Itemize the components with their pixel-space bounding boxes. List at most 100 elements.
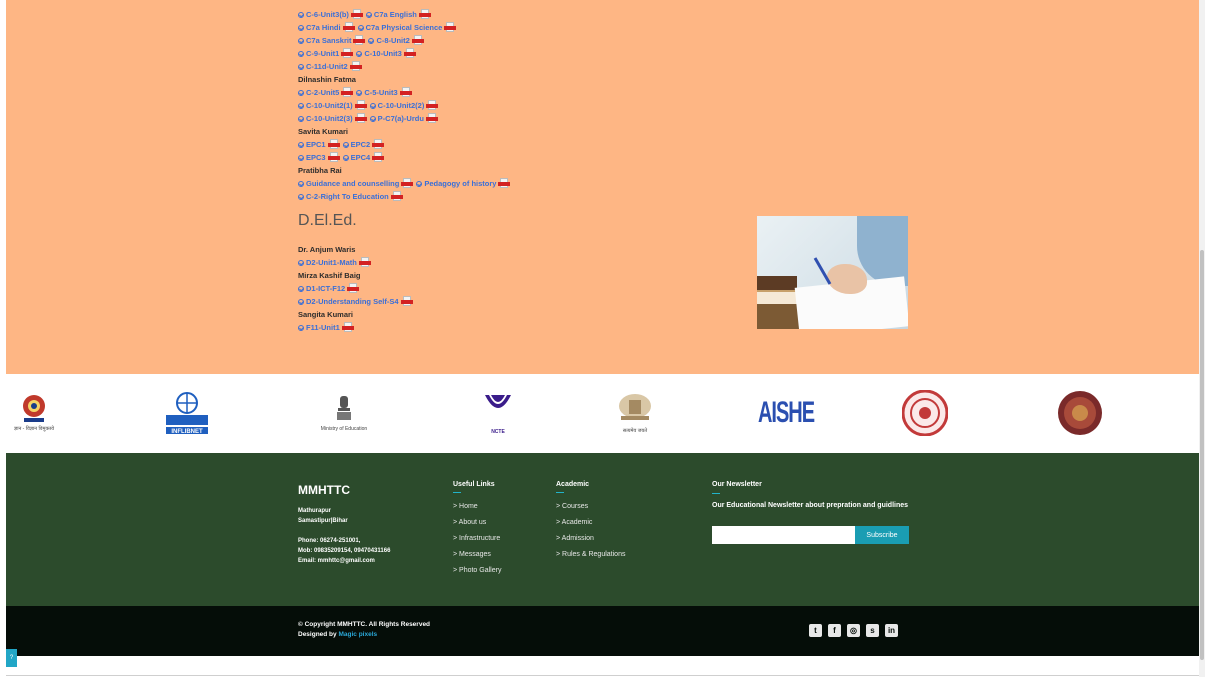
material-link-label[interactable]: D2-Understanding Self-S4	[306, 295, 399, 308]
material-link-label[interactable]: C-10-Unit3	[364, 47, 402, 60]
pdf-icon[interactable]	[342, 22, 355, 33]
pdf-icon[interactable]	[354, 113, 367, 124]
pdf-icon[interactable]	[426, 100, 439, 111]
footer-link-about[interactable]: > About us	[453, 515, 501, 531]
material-link[interactable]: C7a Hindi	[298, 21, 355, 34]
material-link-label[interactable]: C7a Sanskrit	[306, 34, 351, 47]
pdf-icon[interactable]	[411, 35, 424, 46]
material-link[interactable]: D1-ICT-F12	[298, 282, 360, 295]
pdf-icon[interactable]	[358, 257, 371, 268]
pdf-icon[interactable]	[401, 178, 414, 189]
material-link-label[interactable]: C-11d-Unit2	[306, 60, 348, 73]
ugc-logo[interactable]: ज्ञान - विज्ञान विमुक्तये	[10, 384, 58, 442]
material-link-label[interactable]: EPC4	[351, 151, 371, 164]
material-link-label[interactable]: C-5-Unit3	[364, 86, 397, 99]
material-link[interactable]: C7a Sanskrit	[298, 34, 366, 47]
material-link-label[interactable]: C7a English	[374, 8, 417, 21]
university-seal-logo[interactable]	[900, 384, 950, 442]
material-link-label[interactable]: P-C7(a)-Urdu	[378, 112, 424, 125]
footer-link-admission[interactable]: > Admission	[556, 531, 625, 547]
material-link[interactable]: C-10-Unit2(1)	[298, 99, 367, 112]
material-link-label[interactable]: D2-Unit1-Math	[306, 256, 357, 269]
material-link-label[interactable]: C-10-Unit2(2)	[378, 99, 425, 112]
material-link[interactable]: EPC1	[298, 138, 340, 151]
pdf-icon[interactable]	[327, 152, 340, 163]
pdf-icon[interactable]	[425, 113, 438, 124]
material-link[interactable]: P-C7(a)-Urdu	[369, 112, 438, 125]
material-link-label[interactable]: C-6-Unit3(b)	[306, 8, 349, 21]
material-link[interactable]: C-8-Unit2	[368, 34, 424, 47]
facebook-icon[interactable]: f	[828, 624, 841, 637]
material-link-label[interactable]: C-9-Unit1	[306, 47, 339, 60]
footer-link-rules[interactable]: > Rules & Regulations	[556, 547, 625, 563]
emblem-logo[interactable]: सत्यमेव जयते	[610, 384, 660, 442]
pdf-icon[interactable]	[418, 9, 431, 20]
pdf-icon[interactable]	[399, 87, 412, 98]
material-link[interactable]: C7a Physical Science	[357, 21, 457, 34]
newsletter-email-input[interactable]	[712, 526, 856, 544]
instagram-icon[interactable]: ◎	[847, 624, 860, 637]
material-link-label[interactable]: Pedagogy of history	[424, 177, 496, 190]
pdf-icon[interactable]	[353, 35, 366, 46]
linkedin-icon[interactable]: in	[885, 624, 898, 637]
aishe-logo[interactable]: AISHE	[758, 384, 815, 442]
skype-icon[interactable]: s	[866, 624, 879, 637]
material-link[interactable]: Guidance and counselling	[298, 177, 414, 190]
material-link-label[interactable]: Guidance and counselling	[306, 177, 399, 190]
designer-link[interactable]: Magic pixels	[338, 631, 377, 638]
material-link[interactable]: C-5-Unit3	[356, 86, 412, 99]
pdf-icon[interactable]	[444, 22, 457, 33]
pdf-icon[interactable]	[349, 61, 362, 72]
material-link-label[interactable]: C7a Hindi	[306, 21, 341, 34]
material-link-label[interactable]: C-8-Unit2	[376, 34, 409, 47]
pdf-icon[interactable]	[327, 139, 340, 150]
material-link[interactable]: F11-Unit1	[298, 321, 354, 334]
footer-link-infrastructure[interactable]: > Infrastructure	[453, 531, 501, 547]
bihar-seal-logo[interactable]	[1056, 384, 1104, 442]
pdf-icon[interactable]	[498, 178, 511, 189]
material-link[interactable]: C-10-Unit2(2)	[369, 99, 439, 112]
help-button[interactable]: ?	[6, 649, 17, 667]
footer-link-academic[interactable]: > Academic	[556, 515, 625, 531]
inflibnet-logo[interactable]: INFLIBNET	[158, 384, 216, 442]
pdf-icon[interactable]	[400, 296, 413, 307]
material-link-label[interactable]: C7a Physical Science	[366, 21, 443, 34]
material-link-label[interactable]: C-10-Unit2(3)	[306, 112, 353, 125]
material-link-label[interactable]: C-2-Unit5	[306, 86, 339, 99]
pdf-icon[interactable]	[341, 48, 354, 59]
pdf-icon[interactable]	[372, 139, 385, 150]
material-link-label[interactable]: D1-ICT-F12	[306, 282, 345, 295]
material-link[interactable]: C7a English	[365, 8, 431, 21]
material-link[interactable]: C-2-Unit5	[298, 86, 354, 99]
material-link-label[interactable]: EPC2	[351, 138, 371, 151]
pdf-icon[interactable]	[347, 283, 360, 294]
material-link[interactable]: C-6-Unit3(b)	[298, 8, 363, 21]
footer-link-courses[interactable]: > Courses	[556, 499, 625, 515]
subscribe-button[interactable]: Subscribe	[855, 526, 909, 544]
pdf-icon[interactable]	[354, 100, 367, 111]
footer-link-home[interactable]: > Home	[453, 499, 501, 515]
material-link-label[interactable]: EPC1	[306, 138, 326, 151]
ncte-logo[interactable]: NCTE	[476, 384, 520, 442]
material-link[interactable]: Pedagogy of history	[416, 177, 511, 190]
material-link[interactable]: EPC4	[342, 151, 385, 164]
material-link[interactable]: EPC2	[342, 138, 385, 151]
ministry-of-education-logo[interactable]: Ministry of Education	[321, 384, 367, 442]
material-link[interactable]: C-11d-Unit2	[298, 60, 362, 73]
material-link-label[interactable]: C-2-Right To Education	[306, 190, 389, 203]
scrollbar-thumb[interactable]	[1200, 250, 1204, 660]
pdf-icon[interactable]	[341, 87, 354, 98]
material-link[interactable]: C-10-Unit2(3)	[298, 112, 367, 125]
material-link[interactable]: C-10-Unit3	[356, 47, 416, 60]
material-link[interactable]: EPC3	[298, 151, 340, 164]
twitter-icon[interactable]: t	[809, 624, 822, 637]
material-link[interactable]: D2-Unit1-Math	[298, 256, 371, 269]
footer-link-photo-gallery[interactable]: > Photo Gallery	[453, 563, 501, 579]
footer-link-messages[interactable]: > Messages	[453, 547, 501, 563]
material-link[interactable]: C-2-Right To Education	[298, 190, 403, 203]
pdf-icon[interactable]	[390, 191, 403, 202]
pdf-icon[interactable]	[372, 152, 385, 163]
material-link[interactable]: C-9-Unit1	[298, 47, 354, 60]
material-link-label[interactable]: F11-Unit1	[306, 321, 340, 334]
pdf-icon[interactable]	[350, 9, 363, 20]
